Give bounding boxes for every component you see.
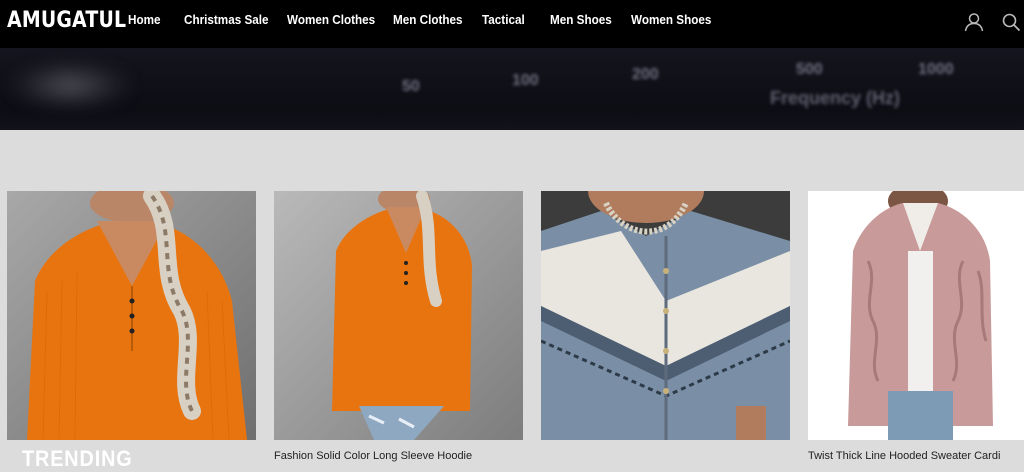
product-title-2[interactable]: Fashion Solid Color Long Sleeve Hoodie xyxy=(274,450,472,462)
banner-glow xyxy=(5,58,135,113)
user-icon[interactable] xyxy=(963,11,985,33)
search-icon[interactable] xyxy=(1000,11,1022,33)
banner-tick-500: 500 xyxy=(796,61,823,78)
orange-hoodie-photo xyxy=(7,191,256,440)
nav-men-clothes[interactable]: Men Clothes xyxy=(393,12,463,28)
banner-tick-100: 100 xyxy=(512,72,539,89)
product-title-4[interactable]: Twist Thick Line Hooded Sweater Cardi xyxy=(808,450,1000,462)
pink-knit-cardigan-photo xyxy=(808,191,1024,440)
nav-women-shoes[interactable]: Women Shoes xyxy=(631,12,711,28)
product-card-3[interactable] xyxy=(541,191,790,440)
nav-christmas-sale[interactable]: Christmas Sale xyxy=(184,12,269,28)
banner-tick-1000: 1000 xyxy=(918,61,954,78)
product-card-1[interactable] xyxy=(7,191,256,440)
product-card-2[interactable] xyxy=(274,191,523,440)
orange-hoodie-photo xyxy=(274,191,523,440)
nav-home[interactable]: Home xyxy=(128,12,161,28)
banner-tick-200: 200 xyxy=(632,66,659,83)
product-card-4[interactable] xyxy=(808,191,1024,440)
nav-men-shoes[interactable]: Men Shoes xyxy=(550,12,612,28)
banner-haze xyxy=(0,110,1024,130)
nav-tactical[interactable]: Tactical xyxy=(482,12,525,28)
banner-tick-50: 50 xyxy=(402,78,420,95)
site-logo[interactable]: AMUGATUL xyxy=(7,7,126,35)
trending-overlay-label: TRENDING xyxy=(22,446,133,471)
nav-women-clothes[interactable]: Women Clothes xyxy=(287,12,375,28)
blue-striped-cardigan-photo xyxy=(541,191,790,440)
top-navigation-bar: AMUGATUL Home Christmas Sale Women Cloth… xyxy=(0,0,1024,48)
banner-frequency-label: Frequency (Hz) xyxy=(770,88,901,108)
